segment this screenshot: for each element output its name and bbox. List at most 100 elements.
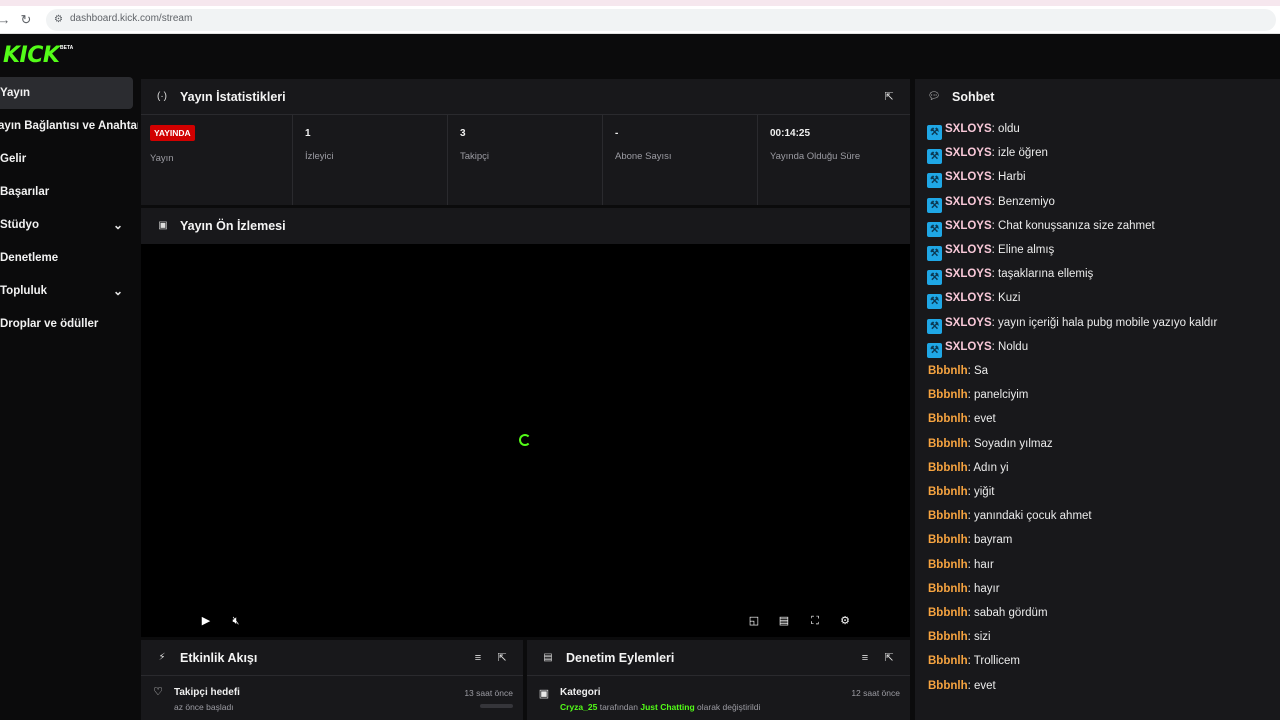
moderator-name[interactable]: Cryza_25: [560, 702, 597, 712]
stat-subscribers: - Abone Sayısı: [603, 115, 758, 205]
popout-icon[interactable]: ⇱: [882, 90, 896, 104]
chat-username[interactable]: Bbbnlh: [928, 631, 968, 643]
chat-username[interactable]: Bbbnlh: [928, 365, 968, 377]
chat-message: ⚒ SXLOYS: Harbi: [927, 168, 1026, 189]
chat-message: Bbbnlh: sizi: [928, 628, 991, 646]
stat-status: YAYINDA Yayın: [141, 115, 293, 205]
chat-username[interactable]: SXLOYS: [945, 341, 992, 353]
chat-username[interactable]: SXLOYS: [945, 171, 992, 183]
moderation-row-title: Kategori: [560, 687, 601, 698]
chat-text: : taşaklarına ellemiş: [991, 268, 1094, 281]
chat-text: : bayram: [967, 534, 1013, 547]
chat-username[interactable]: Bbbnlh: [928, 534, 968, 546]
panel-title: Yayın İstatistikleri: [180, 90, 286, 104]
chat-message: ⚒ SXLOYS: Chat konuşsanıza size zahmet: [927, 217, 1155, 237]
address-bar[interactable]: ⚙ dashboard.kick.com/stream: [46, 9, 1276, 31]
activity-row-time: 13 saat önce: [464, 688, 513, 698]
chat-text: : Eline almış: [991, 244, 1055, 256]
chat-message: Bbbnlh: bayram: [928, 531, 1012, 549]
site-info-icon[interactable]: ⚙: [54, 14, 66, 26]
sidebar-item-label: Yayın: [0, 87, 31, 99]
chat-text: : sizi: [967, 631, 991, 644]
browser-toolbar: → ↻ ⚙ dashboard.kick.com/stream: [0, 6, 1280, 34]
fullscreen-icon[interactable]: ⛶: [808, 614, 822, 628]
popout-icon[interactable]: ⇱: [495, 651, 509, 665]
chat-message: ⚒ SXLOYS: yayın içeriği hala pubg mobile …: [927, 314, 1218, 334]
category-name[interactable]: Just Chatting: [640, 702, 694, 712]
chat-message: Bbbnlh: Soyadın yılmaz: [928, 435, 1053, 453]
chat-username[interactable]: Bbbnlh: [928, 413, 968, 425]
chat-username[interactable]: SXLOYS: [945, 244, 992, 256]
chat-text: : oldu: [991, 123, 1020, 135]
chat-username[interactable]: Bbbnlh: [928, 438, 968, 450]
chat-text: : yayın içeriği hala pubg mobile yazıyo …: [991, 316, 1218, 329]
back-arrow-icon[interactable]: →: [0, 12, 12, 28]
panel-title: Denetim Eylemleri: [566, 651, 675, 665]
chat-username[interactable]: Bbbnlh: [928, 462, 968, 474]
chat-username[interactable]: SXLOYS: [945, 317, 992, 329]
chat-username[interactable]: Bbbnlh: [928, 486, 968, 498]
stat-label: Yayın: [150, 153, 174, 164]
theater-icon[interactable]: ▤: [777, 614, 791, 628]
chat-message: ⚒ SXLOYS: oldu: [927, 120, 1020, 140]
document-icon: ▤: [543, 652, 553, 663]
sidebar-item-droplar[interactable]: Droplar ve ödüller: [0, 308, 133, 340]
moderation-text: olarak değiştirildi: [694, 702, 761, 712]
sidebar-item-label: Başarılar: [0, 186, 50, 198]
chat-text: : haır: [967, 558, 994, 571]
sidebar-item-stream-key[interactable]: Yayın Bağlantısı ve Anahtarı: [0, 110, 138, 142]
chevron-down-icon[interactable]: ⌄: [113, 209, 123, 241]
chat-text: : Adın yi: [967, 461, 1009, 474]
chat-message: Bbbnlh: yiğit: [928, 483, 994, 501]
sidebar-item-basarilar[interactable]: Başarılar: [0, 176, 133, 208]
chat-message: Bbbnlh: sabah gördüm: [928, 604, 1048, 622]
mute-icon[interactable]: 🔇︎: [229, 614, 243, 628]
broadcast-icon: (·): [157, 91, 167, 102]
sidebar-item-studyo[interactable]: Stüdyo ⌄: [0, 209, 133, 241]
chat-text: : evet: [967, 679, 996, 692]
play-icon[interactable]: ▶: [199, 614, 213, 628]
moderator-badge-icon: ⚒: [927, 173, 942, 189]
beta-label: BETA: [60, 45, 74, 51]
chat-username[interactable]: Bbbnlh: [928, 583, 968, 595]
chat-message: ⚒ SXLOYS: taşaklarına ellemiş: [927, 265, 1094, 286]
chat-username[interactable]: SXLOYS: [945, 220, 992, 232]
lightning-icon: ⚡︎: [158, 652, 166, 663]
chat-text: : yiğit: [967, 486, 995, 498]
kick-logo[interactable]: KICK: [3, 43, 60, 68]
chat-text: : Chat konuşsanıza size zahmet: [991, 219, 1155, 232]
sidebar-item-gelir[interactable]: Gelir: [0, 143, 133, 175]
chat-username[interactable]: SXLOYS: [945, 268, 992, 280]
miniplayer-icon[interactable]: ◱: [747, 614, 761, 628]
filter-icon[interactable]: ≡: [858, 651, 872, 665]
chat-username[interactable]: SXLOYS: [945, 292, 992, 304]
sidebar-item-yayin[interactable]: Yayın: [0, 77, 133, 109]
filter-icon[interactable]: ≡: [471, 651, 485, 665]
chat-username[interactable]: SXLOYS: [945, 196, 992, 208]
stat-followers: 3 Takipçi: [448, 115, 603, 205]
chat-username[interactable]: SXLOYS: [945, 147, 992, 159]
chat-username[interactable]: Bbbnlh: [928, 607, 968, 619]
sidebar-item-label: Denetleme: [0, 252, 59, 264]
chat-username[interactable]: SXLOYS: [945, 123, 992, 135]
chat-message: Bbbnlh: panelciyim: [928, 386, 1028, 404]
stat-label: Takipçi: [460, 151, 490, 162]
chat-text: : panelciyim: [967, 389, 1029, 402]
popout-icon[interactable]: ⇱: [882, 651, 896, 665]
moderator-badge-icon: ⚒: [927, 294, 942, 310]
goal-progress-bar: [480, 704, 513, 708]
chat-username[interactable]: Bbbnlh: [928, 655, 968, 667]
chat-username[interactable]: Bbbnlh: [928, 680, 968, 692]
sidebar-item-denetleme[interactable]: Denetleme: [0, 242, 133, 274]
chat-username[interactable]: Bbbnlh: [928, 510, 968, 522]
chat-username[interactable]: Bbbnlh: [928, 389, 968, 401]
chevron-down-icon[interactable]: ⌄: [113, 275, 123, 307]
sidebar-item-topluluk[interactable]: Topluluk ⌄: [0, 275, 133, 307]
panel-header: (·) Yayın İstatistikleri ⇱: [141, 79, 910, 115]
stream-preview-header: ▣ Yayın Ön İzlemesi: [141, 208, 910, 244]
reload-icon[interactable]: ↻: [18, 12, 34, 28]
chat-username[interactable]: Bbbnlh: [928, 559, 968, 571]
panel-header: ▤ Denetim Eylemleri ≡ ⇱: [527, 640, 910, 676]
settings-gear-icon[interactable]: ⚙: [838, 614, 852, 628]
video-player[interactable]: ▶ 🔇︎ ◱ ▤ ⛶ ⚙: [141, 244, 910, 637]
